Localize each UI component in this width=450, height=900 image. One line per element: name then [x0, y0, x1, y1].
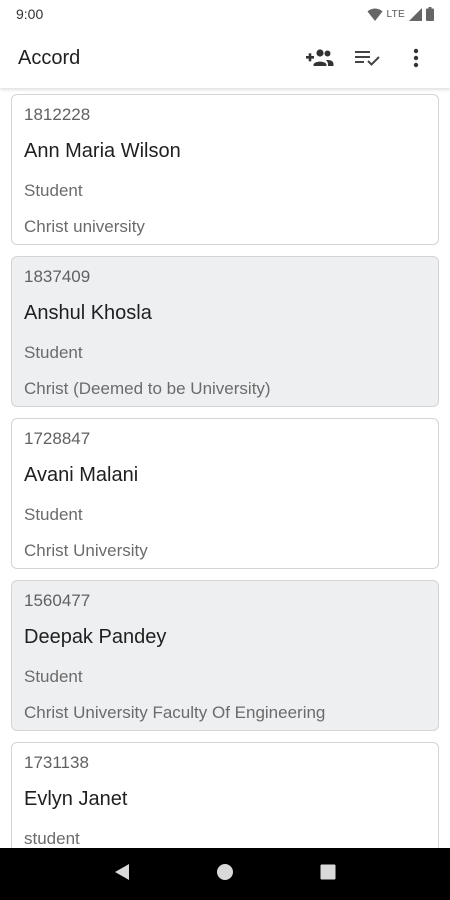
item-id: 1812228	[24, 105, 91, 124]
item-role: Student	[24, 343, 83, 362]
app-actions	[296, 34, 440, 82]
screen: 9:00 LTE Accord 1812228 Ann Maria Wilson…	[0, 0, 450, 900]
more-vert-icon	[413, 48, 419, 68]
status-icons: LTE	[367, 7, 434, 21]
list-item[interactable]: 1837409 Anshul Khosla Student Christ (De…	[11, 256, 439, 407]
wifi-icon	[367, 8, 383, 21]
recents-button[interactable]	[308, 854, 348, 894]
home-button[interactable]	[205, 854, 245, 894]
select-list-button[interactable]	[344, 34, 392, 82]
list-item[interactable]: 1731138 Evlyn Janet student	[11, 742, 439, 848]
status-bar: 9:00 LTE	[0, 0, 450, 28]
more-options-button[interactable]	[392, 34, 440, 82]
playlist-check-icon	[355, 49, 381, 67]
add-group-icon	[306, 48, 334, 68]
add-group-button[interactable]	[296, 34, 344, 82]
contact-list[interactable]: 1812228 Ann Maria Wilson Student Christ …	[0, 88, 450, 848]
item-name: Ann Maria Wilson	[24, 140, 181, 162]
list-item[interactable]: 1728847 Avani Malani Student Christ Univ…	[11, 418, 439, 569]
item-name: Avani Malani	[24, 464, 139, 486]
system-nav-bar	[0, 848, 450, 900]
recents-icon	[320, 864, 336, 885]
item-role: Student	[24, 667, 83, 686]
item-org: Christ (Deemed to be University)	[24, 379, 271, 398]
app-bar: Accord	[0, 28, 450, 88]
network-type: LTE	[386, 8, 405, 20]
list-item[interactable]: 1560477 Deepak Pandey Student Christ Uni…	[11, 580, 439, 731]
back-icon	[114, 863, 130, 886]
item-name: Anshul Khosla	[24, 302, 152, 324]
item-name: Deepak Pandey	[24, 626, 167, 648]
app-title: Accord	[18, 46, 81, 69]
item-org: Christ University	[24, 541, 148, 560]
item-name: Evlyn Janet	[24, 788, 128, 810]
item-id: 1728847	[24, 429, 91, 448]
status-time: 9:00	[16, 6, 44, 22]
item-org: Christ university	[24, 217, 145, 236]
item-role: Student	[24, 505, 83, 524]
item-id: 1837409	[24, 267, 91, 286]
back-button[interactable]	[102, 854, 142, 894]
signal-icon	[409, 7, 422, 21]
item-org: Christ University Faculty Of Engineering	[24, 703, 326, 722]
item-id: 1731138	[24, 753, 89, 772]
item-role: Student	[24, 181, 83, 200]
list-item[interactable]: 1812228 Ann Maria Wilson Student Christ …	[11, 94, 439, 245]
item-id: 1560477	[24, 591, 91, 610]
home-icon	[216, 863, 234, 886]
battery-icon	[426, 7, 434, 21]
item-role: student	[24, 829, 80, 848]
